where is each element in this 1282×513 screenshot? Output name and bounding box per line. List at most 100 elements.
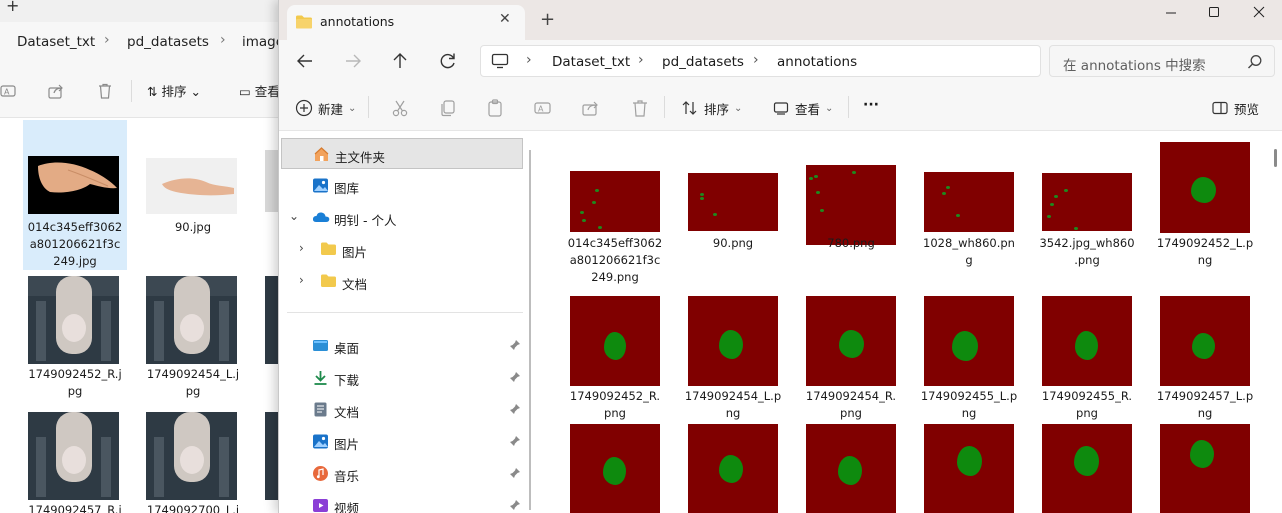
file-name: 1749092457_L.p ng (1154, 388, 1256, 422)
chevron-right-icon[interactable]: › (526, 52, 532, 68)
refresh-icon[interactable] (437, 50, 459, 72)
chevron-right-icon[interactable]: › (638, 52, 644, 68)
share-icon[interactable] (47, 82, 65, 100)
back-arrow-icon[interactable] (294, 50, 316, 72)
nav-item-downloads[interactable]: 下载 (281, 362, 523, 393)
background-file-tile[interactable]: 014c345eff3062 a801206621f3c 249.jpg (23, 120, 127, 270)
chevron-right-icon[interactable]: › (753, 52, 759, 68)
folder-icon (320, 273, 337, 290)
background-file-tile[interactable]: 1749092457_R.j (23, 406, 127, 513)
nav-item-gallery[interactable]: 图库 (281, 170, 523, 201)
nav-item-videos[interactable]: 视频 (281, 490, 523, 513)
mask-region (820, 209, 824, 212)
nav-scrollbar[interactable] (529, 150, 531, 510)
file-tile[interactable] (1036, 419, 1138, 513)
segmentation-mask-thumbnail (1160, 424, 1250, 513)
pin-icon[interactable] (509, 499, 521, 511)
file-name-line: a801206621f3c (29, 237, 121, 251)
file-tile[interactable] (682, 419, 784, 513)
file-tile[interactable]: 1749092452_L.p ng (1154, 131, 1256, 281)
segmentation-mask-thumbnail (924, 424, 1014, 513)
search-icon[interactable] (1247, 54, 1263, 73)
file-tile[interactable]: 014c345eff3062 a801206621f3c 249.png (564, 131, 666, 284)
background-breadcrumb-item[interactable]: pd_datasets (127, 34, 209, 50)
pin-icon[interactable] (509, 339, 521, 351)
file-tile[interactable]: 1749092452_R. png (564, 283, 666, 433)
nav-item-documents-folder[interactable]: › 文档 (281, 266, 523, 297)
chevron-down-icon: ⌄ (348, 102, 357, 114)
minimize-icon[interactable] (1161, 4, 1181, 22)
paste-icon[interactable] (485, 98, 505, 118)
file-tile[interactable]: 1028_wh860.pn g (918, 131, 1020, 281)
background-address-bar[interactable]: Dataset_txt › pd_datasets › image (0, 22, 282, 62)
background-new-tab-button[interactable]: + (6, 0, 19, 15)
new-tab-button[interactable]: + (540, 9, 555, 30)
share-icon[interactable] (581, 98, 601, 118)
file-tile[interactable]: 1749092455_R. png (1036, 283, 1138, 433)
delete-icon[interactable] (630, 98, 650, 118)
file-tile[interactable] (800, 419, 902, 513)
file-tile[interactable]: 1749092454_R. png (800, 283, 902, 433)
close-window-icon[interactable] (1249, 4, 1269, 22)
chevron-down-icon[interactable]: ⌄ (289, 209, 299, 223)
maximize-icon[interactable] (1204, 4, 1224, 22)
new-button[interactable]: 新建 ⌄ (295, 98, 356, 118)
background-breadcrumb-item[interactable]: Dataset_txt (17, 34, 95, 50)
copy-icon[interactable] (438, 98, 458, 118)
breadcrumb-item-annotations[interactable]: annotations (777, 54, 857, 70)
forward-arrow-icon[interactable] (342, 50, 364, 72)
file-tile[interactable]: 3542.jpg_wh860 .png (1036, 131, 1138, 281)
segmentation-mask-thumbnail (570, 171, 660, 232)
file-tile[interactable] (1154, 419, 1256, 513)
preview-icon (1212, 101, 1228, 115)
background-sort-button[interactable]: ⇅ 排序 ⌄ (147, 81, 201, 100)
up-arrow-icon[interactable] (389, 50, 411, 72)
pin-icon[interactable] (509, 371, 521, 383)
breadcrumb-item-dataset-txt[interactable]: Dataset_txt (552, 54, 630, 70)
nav-item-desktop[interactable]: 桌面 (281, 330, 523, 361)
view-button[interactable]: 查看 ⌄ (772, 98, 833, 118)
rename-icon[interactable]: A (0, 82, 18, 100)
file-name-line: ng (1197, 253, 1213, 267)
pin-icon[interactable] (509, 467, 521, 479)
segmentation-mask-thumbnail (806, 165, 896, 245)
file-tile[interactable]: 1749092457_L.p ng (1154, 283, 1256, 433)
chevron-right-icon[interactable]: › (299, 241, 304, 255)
pin-icon[interactable] (509, 435, 521, 447)
chevron-right-icon[interactable]: › (299, 273, 304, 287)
address-bar[interactable]: › Dataset_txt › pd_datasets › annotation… (480, 45, 1041, 77)
search-input[interactable]: 在 annotations 中搜索 (1049, 45, 1275, 77)
background-breadcrumb-item[interactable]: image (242, 34, 282, 50)
cut-icon[interactable] (390, 98, 410, 118)
background-file-tile[interactable]: 90.jpg (141, 120, 245, 270)
pin-icon[interactable] (509, 403, 521, 415)
nav-item-documents[interactable]: 文档 (281, 394, 523, 425)
rename-icon[interactable]: A (533, 98, 553, 118)
file-tile[interactable]: 90.png (682, 131, 784, 281)
background-file-tile[interactable]: 1749092700_L.j (141, 406, 245, 513)
file-name-line: pg (67, 384, 83, 398)
nav-item-music[interactable]: 音乐 (281, 458, 523, 489)
file-tile[interactable]: 780.png (800, 131, 902, 281)
close-tab-icon[interactable]: ✕ (499, 11, 511, 27)
breadcrumb-item-pd-datasets[interactable]: pd_datasets (662, 54, 744, 70)
preview-pane-button[interactable]: 预览 (1211, 98, 1259, 118)
nav-item-home[interactable]: 主文件夹 (281, 138, 523, 169)
file-tile[interactable]: 1749092455_L.p ng (918, 283, 1020, 433)
background-file-tile[interactable]: 1749092454_L.j pg (141, 270, 245, 408)
more-options-button[interactable]: ··· (863, 95, 879, 115)
file-tile[interactable]: 1749092454_L.p ng (682, 283, 784, 433)
delete-icon[interactable] (96, 82, 114, 100)
sort-button[interactable]: 排序 ⌄ (681, 98, 742, 118)
background-file-tile[interactable]: 1749092452_R.j pg (23, 270, 127, 408)
computer-icon[interactable] (491, 53, 509, 72)
file-tile[interactable] (918, 419, 1020, 513)
tab-annotations[interactable]: annotations ✕ (287, 5, 525, 40)
file-tile[interactable] (564, 419, 666, 513)
content-scrollbar[interactable] (1274, 149, 1277, 167)
mask-region (956, 214, 960, 217)
nav-item-pictures[interactable]: 图片 (281, 426, 523, 457)
nav-item-pictures-folder[interactable]: › 图片 (281, 234, 523, 265)
background-view-button[interactable]: ▭ 查看 (239, 81, 280, 100)
nav-item-onedrive[interactable]: ⌄ 明钊 - 个人 (281, 202, 523, 233)
